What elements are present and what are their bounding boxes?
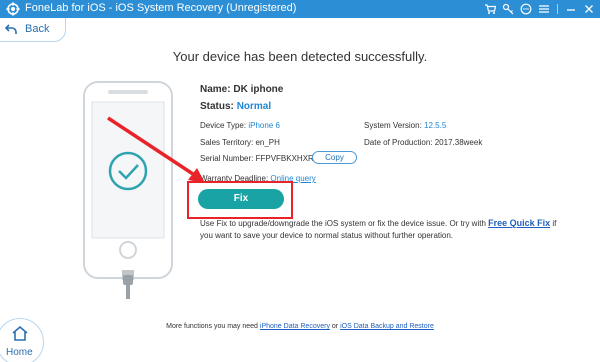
footer-separator: or — [331, 323, 339, 330]
cart-icon[interactable] — [483, 2, 497, 16]
desc-text-3: you want to save your device to normal s… — [200, 231, 454, 240]
back-arrow-icon — [4, 24, 17, 34]
sales-territory-value: en_PH — [255, 138, 280, 147]
title-bar-controls — [483, 1, 596, 17]
system-version-row: System Version: 12.5.5 — [364, 121, 446, 130]
serial-label: Serial Number: — [200, 154, 254, 163]
menu-icon[interactable] — [537, 2, 551, 16]
detection-headline: Your device has been detected successful… — [172, 49, 428, 64]
device-name-row: Name: DK iphone — [200, 84, 283, 95]
checkmark-icon — [108, 151, 148, 191]
desc-text-2: if — [552, 219, 557, 228]
serial-number-row: Serial Number: FFPVFBKXHXR6 — [200, 154, 318, 163]
sales-territory-label: Sales Territory: — [200, 138, 254, 147]
home-icon — [12, 325, 28, 341]
device-type-label: Device Type: — [200, 121, 247, 130]
title-bar-divider — [557, 4, 558, 14]
back-label: Back — [25, 23, 50, 35]
date-production-value: 2017.38week — [434, 138, 483, 147]
sales-territory-row: Sales Territory: en_PH — [200, 138, 280, 147]
device-type-value: iPhone 6 — [248, 121, 280, 130]
minimize-icon[interactable] — [564, 2, 578, 16]
name-label: Name: — [200, 84, 231, 95]
close-icon[interactable] — [582, 2, 596, 16]
date-production-row: Date of Production: 2017.38week — [364, 138, 482, 147]
date-production-label: Date of Production: — [364, 138, 433, 147]
charging-cable — [123, 275, 133, 299]
home-label: Home — [6, 347, 33, 358]
desc-text-1: Use Fix to upgrade/downgrade the iOS sys… — [200, 219, 486, 228]
key-icon[interactable] — [501, 2, 515, 16]
status-label: Status: — [200, 101, 234, 112]
title-bar: FoneLab for iOS - iOS System Recovery (U… — [0, 0, 600, 18]
status-value: Normal — [236, 101, 272, 112]
name-value: DK iphone — [233, 84, 284, 95]
window-title: FoneLab for iOS - iOS System Recovery (U… — [25, 2, 297, 14]
copy-button[interactable]: Copy — [312, 151, 357, 164]
back-button[interactable]: Back — [0, 18, 66, 42]
ios-backup-restore-link[interactable]: iOS Data Backup and Restore — [340, 323, 434, 330]
chat-icon[interactable] — [519, 2, 533, 16]
fix-button[interactable]: Fix — [198, 189, 284, 209]
fix-description: Use Fix to upgrade/downgrade the iOS sys… — [200, 217, 580, 242]
device-status-row: Status: Normal — [200, 101, 271, 112]
system-version-value: 12.5.5 — [424, 121, 447, 130]
free-quick-fix-link[interactable]: Free Quick Fix — [488, 218, 550, 228]
iphone-data-recovery-link[interactable]: iPhone Data Recovery — [260, 323, 330, 330]
footer-more-functions: More functions you may need iPhone Data … — [0, 323, 600, 330]
app-logo-icon — [6, 2, 20, 16]
system-version-label: System Version: — [364, 121, 422, 130]
serial-value: FFPVFBKXHXR6 — [255, 154, 319, 163]
footer-prefix: More functions you may need — [166, 323, 258, 330]
device-type-row: Device Type: iPhone 6 — [200, 121, 280, 130]
